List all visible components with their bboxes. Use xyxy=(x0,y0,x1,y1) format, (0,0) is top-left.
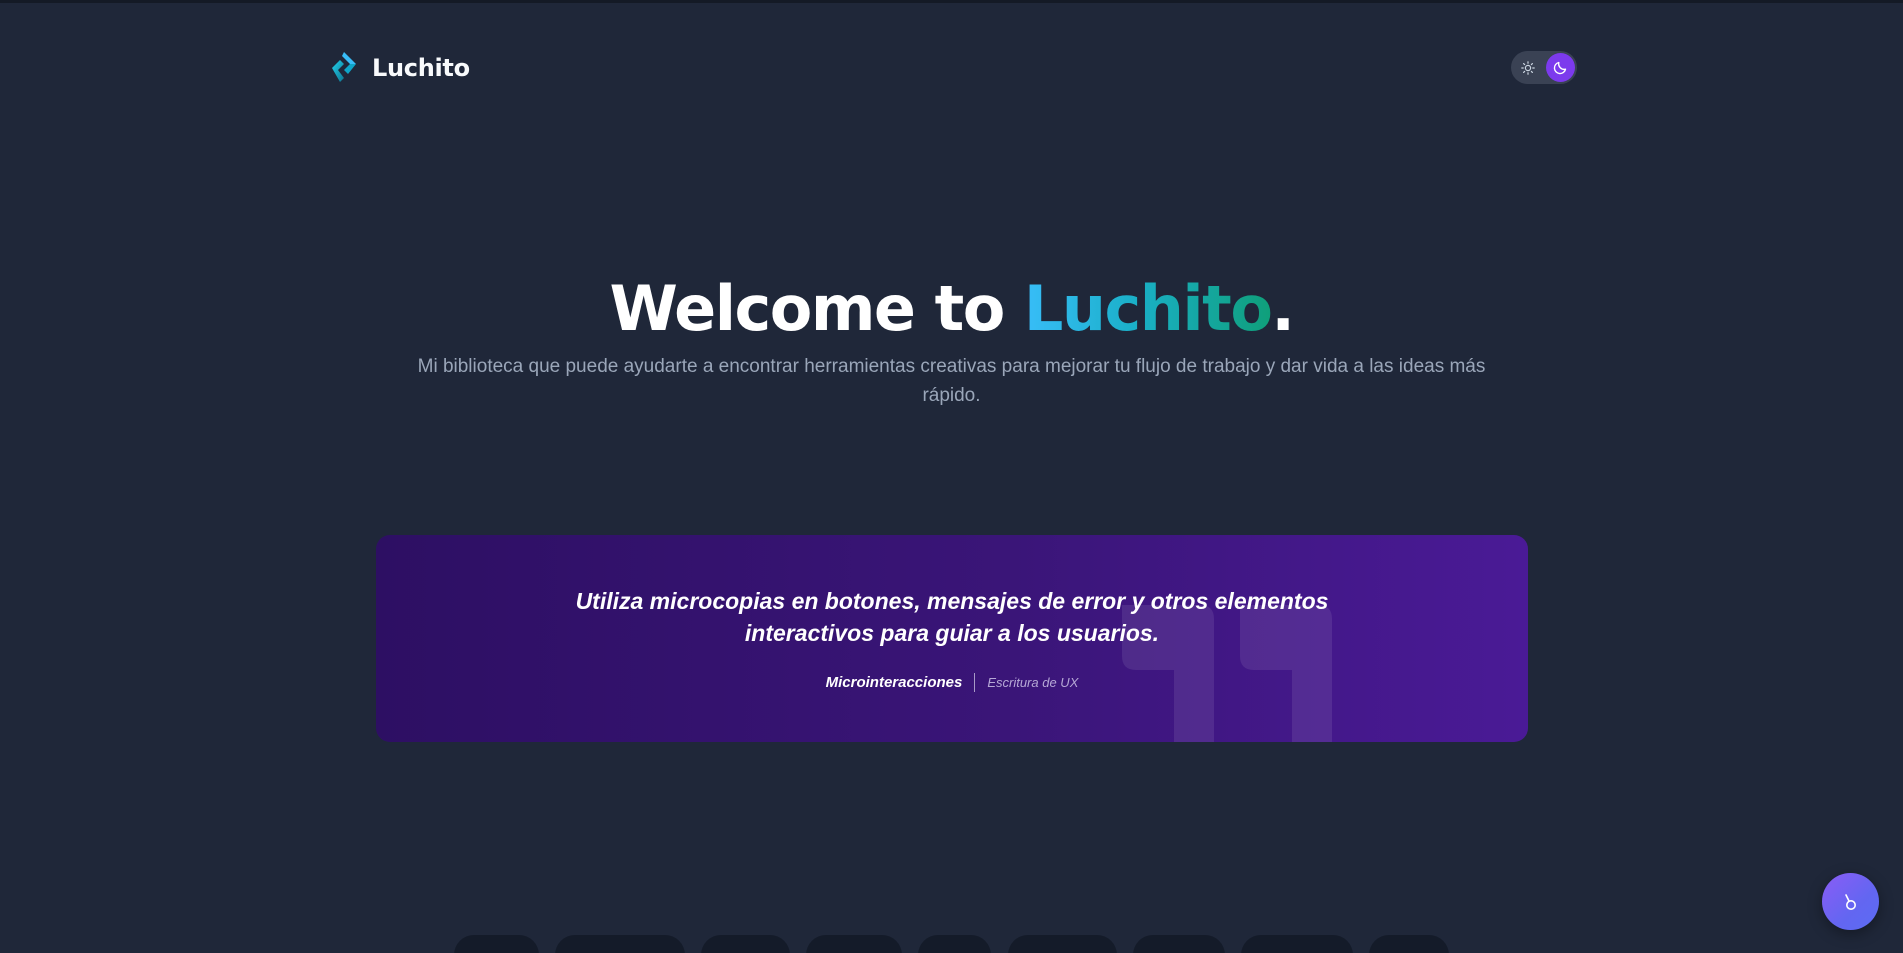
light-mode-button[interactable] xyxy=(1513,53,1542,82)
hero-title: Welcome to Luchito. xyxy=(0,272,1903,345)
category-pill[interactable] xyxy=(701,935,790,953)
category-pill[interactable] xyxy=(555,935,685,953)
logo-icon xyxy=(332,52,356,82)
moon-icon xyxy=(1553,61,1567,75)
category-pill[interactable] xyxy=(1241,935,1353,953)
quote-meta: Microinteracciones Escritura de UX xyxy=(376,673,1528,692)
pointer-hand-icon xyxy=(1844,893,1856,910)
quote-text: Utiliza microcopias en botones, mensajes… xyxy=(575,588,1329,646)
category-pill[interactable] xyxy=(806,935,902,953)
category-pill[interactable] xyxy=(454,935,539,953)
site-logo[interactable]: Luchito xyxy=(328,50,470,86)
category-pill[interactable] xyxy=(918,935,991,953)
theme-toggle[interactable] xyxy=(1511,51,1577,84)
hero-title-prefix: Welcome to xyxy=(609,272,1024,345)
category-pill[interactable] xyxy=(1133,935,1225,953)
hero-title-brand: Luchito xyxy=(1023,272,1273,345)
quote-card: Utiliza microcopias en botones, mensajes… xyxy=(376,535,1528,742)
hero-subtitle: Mi biblioteca que puede ayudarte a encon… xyxy=(417,356,1486,406)
category-pill[interactable] xyxy=(1369,935,1449,953)
floating-action-button[interactable] xyxy=(1822,873,1879,930)
meta-divider xyxy=(974,673,976,692)
quote-subcategory[interactable]: Escritura de UX xyxy=(987,675,1078,690)
quote-category[interactable]: Microinteracciones xyxy=(826,674,963,691)
logo-text: Luchito xyxy=(372,54,470,82)
category-pill[interactable] xyxy=(1008,935,1117,953)
hero-title-suffix: . xyxy=(1271,272,1295,345)
sun-icon xyxy=(1520,60,1535,75)
window-top-border xyxy=(0,0,1903,3)
category-pill-row xyxy=(0,935,1903,953)
dark-mode-button[interactable] xyxy=(1546,53,1575,82)
